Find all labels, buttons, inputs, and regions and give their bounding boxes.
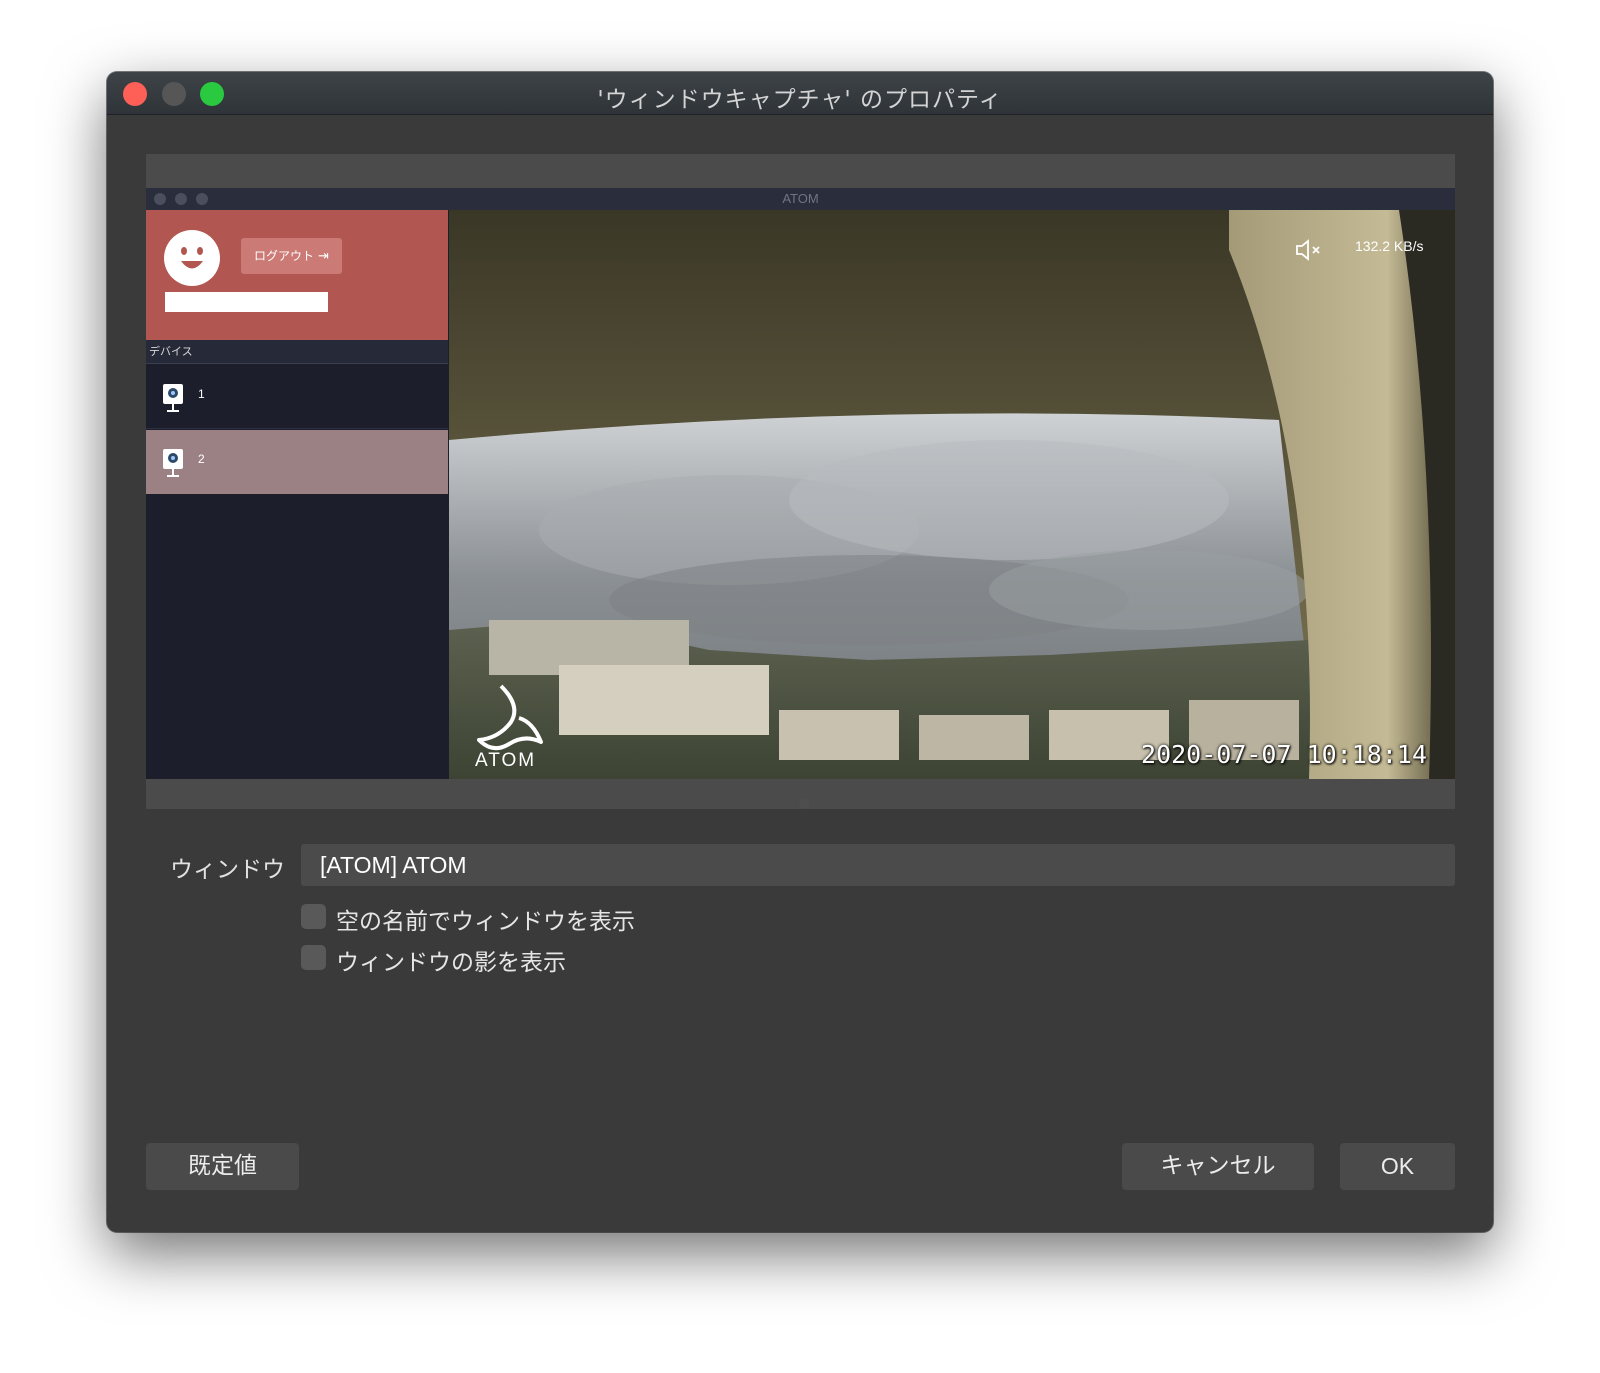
window-field-label: ウィンドウ (170, 857, 285, 883)
camera-icon (163, 384, 183, 412)
show-empty-names-label: 空の名前でウィンドウを表示 (336, 909, 635, 935)
bitrate-readout: 132.2 KB/s (1355, 238, 1424, 254)
show-empty-names-checkbox[interactable] (301, 904, 326, 929)
device-label: 2 (198, 452, 205, 466)
device-item[interactable]: 1 (146, 365, 448, 429)
capture-preview: ATOM ログアウト ⇥ デバイス 1 2 132.2 KB/s ATOM 20… (146, 188, 1455, 779)
logout-label: ログアウト (254, 249, 315, 263)
camera-icon (163, 449, 183, 477)
redacted-username (165, 292, 328, 312)
video-timestamp: 2020-07-07 10:18:14 (1141, 740, 1427, 769)
camera-feed: 132.2 KB/s ATOM 2020-07-07 10:18:14 (449, 210, 1455, 779)
mute-icon[interactable] (1295, 238, 1325, 262)
window-title: 'ウィンドウキャプチャ' のプロパティ (597, 87, 1003, 113)
window-select[interactable]: [ATOM] ATOM (301, 844, 1455, 886)
logout-icon: ⇥ (318, 249, 329, 264)
devices-header: デバイス (146, 340, 448, 364)
atom-logo-text: ATOM (475, 750, 537, 771)
ok-button[interactable]: OK (1340, 1143, 1455, 1190)
captured-window-titlebar: ATOM (146, 188, 1455, 210)
captured-window-title: ATOM (782, 191, 819, 206)
properties-dialog: 'ウィンドウキャプチャ' のプロパティ ATOM ログアウト ⇥ デバイス 1 … (107, 72, 1493, 1232)
smiley-face-icon (181, 247, 203, 269)
logout-button[interactable]: ログアウト ⇥ (241, 238, 342, 274)
account-panel: ログアウト ⇥ (146, 210, 448, 340)
show-shadow-label: ウィンドウの影を表示 (336, 950, 566, 976)
title-bar: 'ウィンドウキャプチャ' のプロパティ (107, 72, 1493, 115)
avatar (164, 230, 220, 286)
show-shadow-checkbox[interactable] (301, 945, 326, 970)
cancel-button[interactable]: キャンセル (1122, 1143, 1314, 1190)
defaults-button[interactable]: 既定値 (146, 1143, 299, 1190)
device-label: 1 (198, 387, 205, 401)
preview-resize-handle[interactable] (799, 798, 810, 809)
camera-scene-image (449, 210, 1455, 779)
device-item-selected[interactable]: 2 (146, 430, 448, 494)
